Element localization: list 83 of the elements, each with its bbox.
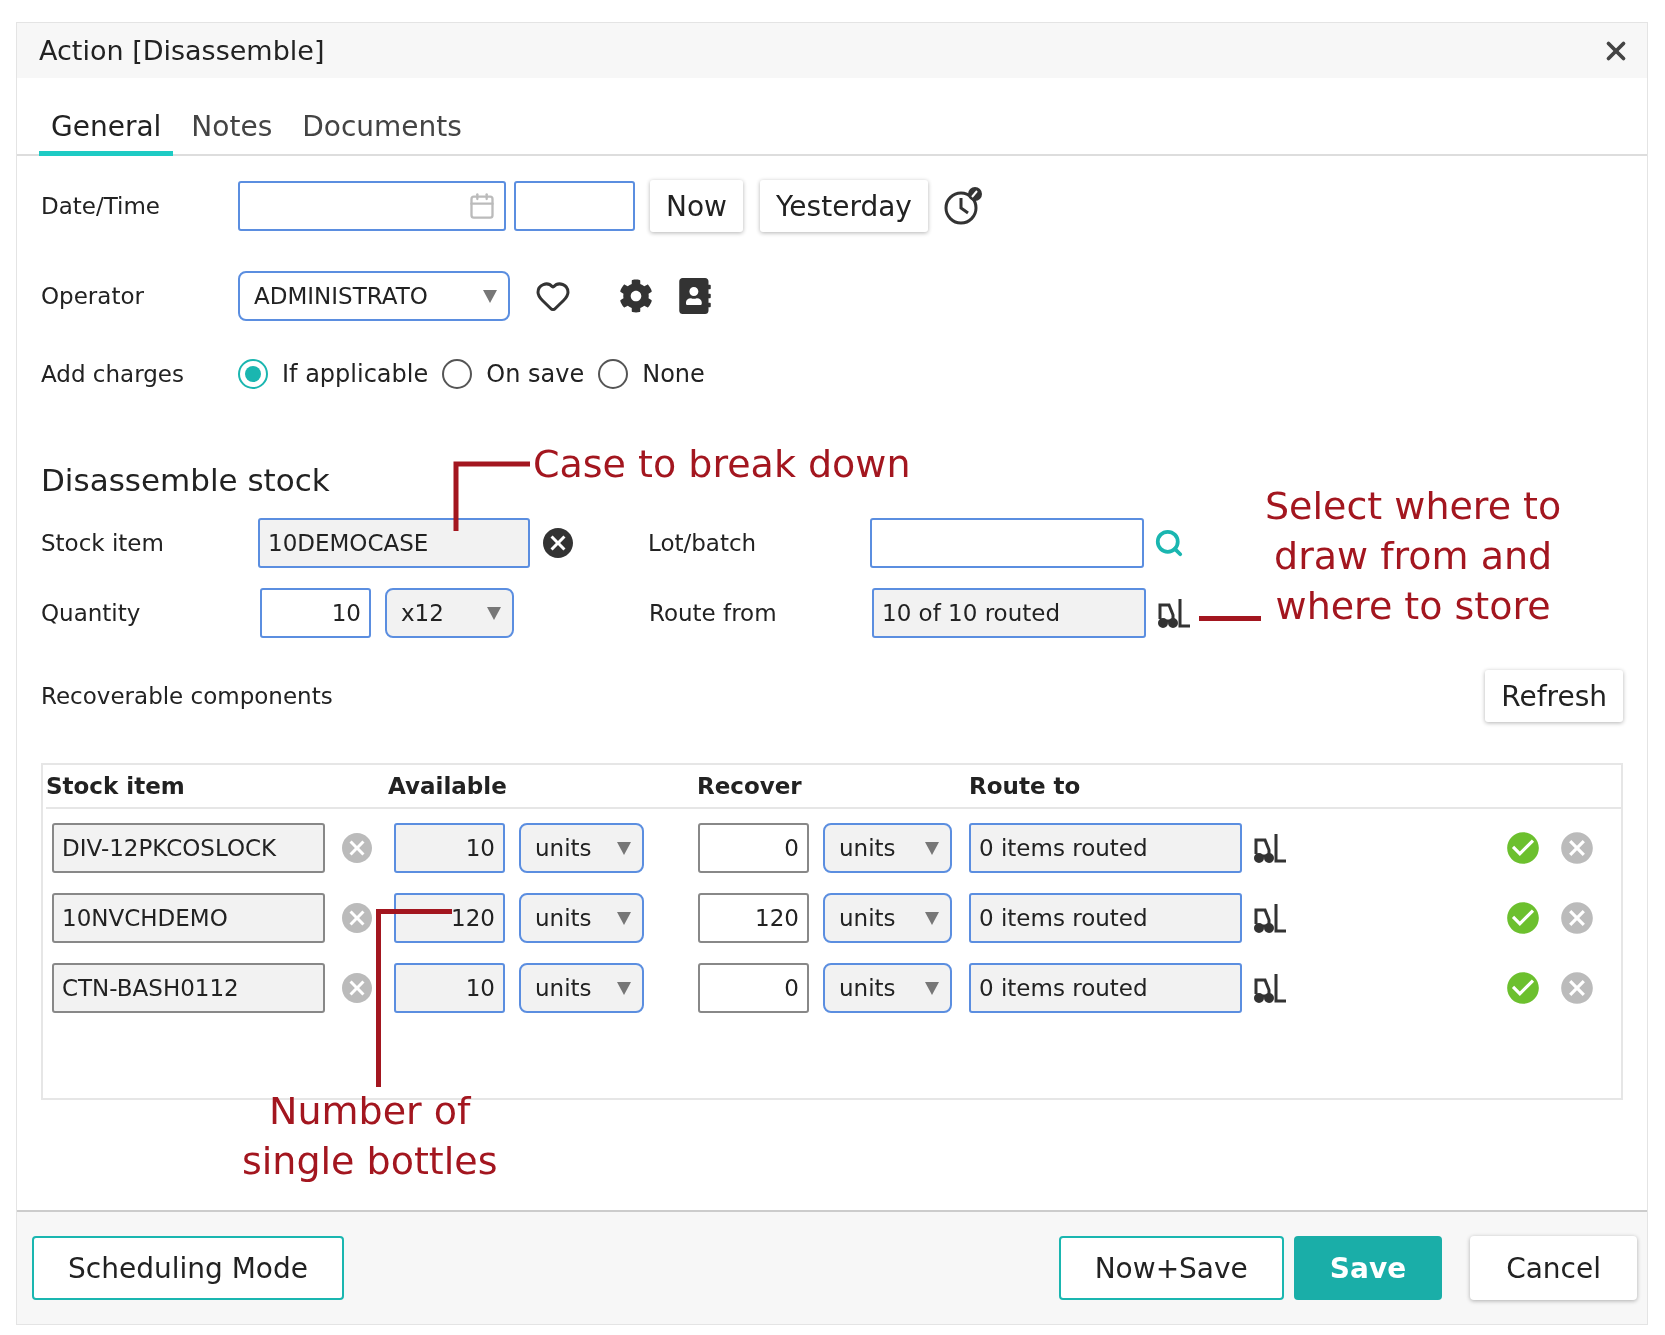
footer-button[interactable]: Now+Save [1058,1236,1284,1300]
forklift-icon [1252,832,1288,864]
tab[interactable]: Notes [179,110,285,156]
unit-select[interactable]: units [519,823,644,873]
scheduling-mode-button[interactable]: Scheduling Mode [32,1236,344,1300]
stock-item-field[interactable]: 10NVCHDEMO [52,893,325,943]
caret-icon [486,605,502,621]
radio-button[interactable] [598,359,629,389]
unit-select[interactable]: x12 [385,588,514,638]
route-to-field[interactable]: 0 items routed [969,823,1242,873]
check-icon[interactable] [1504,969,1542,1007]
remove-icon[interactable] [1558,829,1596,867]
caret-icon [616,840,632,856]
field-label: Date/Time [41,193,161,219]
column-header: Available [388,773,508,799]
radio-label: If applicable [282,360,429,388]
column-header: Route to [969,773,1082,799]
remove-icon[interactable] [1558,969,1596,1007]
stock-item-field[interactable]: 10DEMOCASE [258,518,530,568]
clock-icon[interactable] [942,186,983,226]
time-field[interactable] [514,181,635,231]
caret-icon [616,910,632,926]
route-from-field[interactable]: 10 of 10 routed [872,588,1146,638]
unit-select[interactable]: units [519,893,644,943]
radio-label: On save [486,360,585,388]
available-field: 10 [394,823,505,873]
now-button[interactable]: Now [650,180,743,232]
check-icon[interactable] [1504,899,1542,937]
stock-item-field[interactable]: CTN-BASH0112 [52,963,325,1013]
field-label: Route from [649,600,778,626]
available-field: 10 [394,963,505,1013]
operator-select[interactable]: ADMINISTRATO [238,271,510,321]
recover-field[interactable]: 0 [698,823,809,873]
unit-select[interactable]: units [823,963,952,1013]
recover-field[interactable]: 0 [698,963,809,1013]
footer-button[interactable]: Cancel [1470,1236,1637,1300]
radio-button[interactable] [442,359,473,389]
unit-select[interactable]: units [519,963,644,1013]
caret-icon [616,980,632,996]
calendar-icon [468,192,496,220]
annotation-text: Select where to draw from and where to store [1265,483,1562,630]
unit-select[interactable]: units [823,823,952,873]
remove-icon[interactable] [1558,899,1596,937]
check-icon[interactable] [1504,829,1542,867]
lot-batch-field[interactable] [870,518,1144,568]
field-label: Quantity [41,600,142,626]
caret-icon [482,288,498,304]
section-title: Recoverable components [41,683,334,709]
forklift-icon [1252,972,1288,1004]
field-label: Add charges [41,361,185,387]
caret-icon [924,910,940,926]
unit-select[interactable]: units [823,893,952,943]
tab[interactable]: Documents [290,110,474,156]
route-to-field[interactable]: 0 items routed [969,893,1242,943]
yesterday-button[interactable]: Yesterday [760,180,928,232]
field-label: Operator [41,283,145,309]
route-to-field[interactable]: 0 items routed [969,963,1242,1013]
annotation-text: Case to break down [533,441,911,488]
caret-icon [924,840,940,856]
field-label: Lot/batch [648,530,758,556]
section-heading: Disassemble stock [41,462,330,498]
forklift-icon [1156,597,1192,629]
search-icon[interactable] [1154,528,1184,558]
window-title: Action [Disassemble] [39,35,325,66]
recover-field[interactable]: 120 [698,893,809,943]
settings-icon[interactable] [619,279,653,313]
refresh-button[interactable]: Refresh [1485,670,1623,722]
radio-label: None [642,360,705,388]
forklift-icon [1252,902,1288,934]
caret-icon [924,980,940,996]
date-field[interactable] [238,181,506,231]
tab[interactable]: General [39,110,174,156]
radio-button[interactable] [238,359,268,389]
contact-card-icon[interactable] [677,278,713,314]
quantity-field[interactable]: 10 [260,588,371,638]
stock-item-field[interactable]: DIV-12PKCOSLOCK [52,823,325,873]
clear-icon[interactable] [540,525,576,561]
leader-line [1199,616,1261,621]
column-header: Recover [697,773,803,799]
available-field: 120 [394,893,505,943]
annotation-text: Number of single bottles [242,1088,498,1185]
column-header: Stock item [46,773,186,799]
field-label: Stock item [41,530,165,556]
